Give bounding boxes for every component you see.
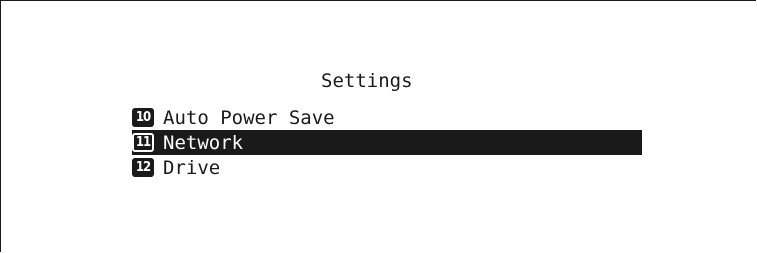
item-number-badge: 11 [132, 133, 154, 152]
menu-item-label: Drive [163, 156, 221, 179]
menu-item-auto-power-save[interactable]: 10 Auto Power Save [132, 105, 642, 130]
lcd-display-panel: Settings 10 Auto Power Save 11 Network 1… [0, 0, 756, 252]
item-number-badge: 10 [132, 108, 154, 127]
menu-item-label: Auto Power Save [163, 106, 335, 129]
item-number-badge: 12 [132, 158, 154, 177]
menu-item-label: Network [163, 131, 244, 154]
menu-item-network[interactable]: 11 Network [132, 130, 642, 155]
menu-item-drive[interactable]: 12 Drive [132, 155, 642, 180]
settings-menu: 10 Auto Power Save 11 Network 12 Drive [132, 105, 642, 180]
screen-title: Settings [321, 70, 413, 92]
